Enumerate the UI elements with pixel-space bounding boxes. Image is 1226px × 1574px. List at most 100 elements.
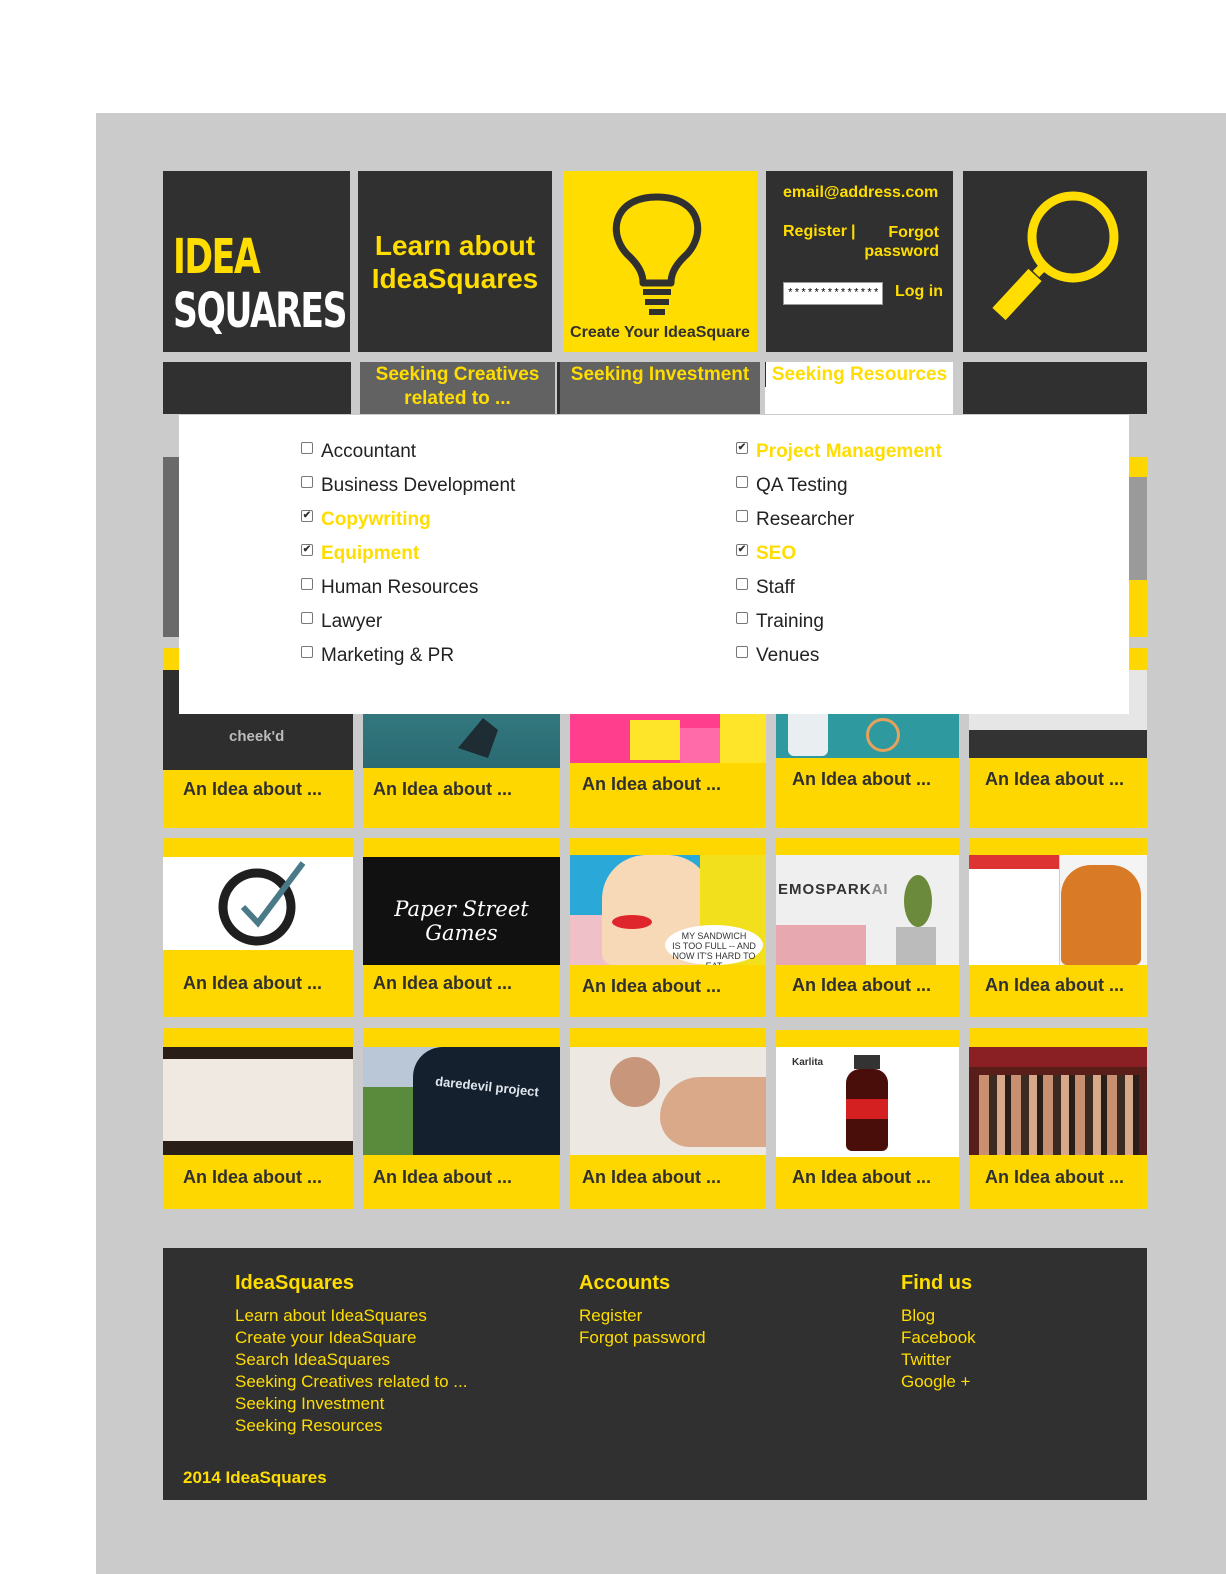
footer-col-title: Find us (901, 1272, 973, 1294)
checkbox-checked[interactable]: ✔ (736, 442, 748, 454)
checkbox[interactable] (736, 612, 748, 624)
footer-link-forgot-password[interactable]: Forgot password (579, 1327, 706, 1349)
idea-card[interactable]: MY SANDWICH IS TOO FULL -- AND NOW IT'S … (570, 838, 766, 1017)
footer-link-register[interactable]: Register (579, 1305, 706, 1327)
idea-card[interactable]: An Idea about ... (570, 1028, 766, 1209)
checkbox-checked[interactable]: ✔ (301, 544, 313, 556)
footer-link-twitter[interactable]: Twitter (901, 1349, 976, 1371)
login-button[interactable]: Log in (895, 283, 943, 301)
filter-option-label: Equipment (321, 543, 420, 564)
thumb-text: NOW IT'S HARD TO EAT (672, 951, 756, 965)
hidden-card-edge (1129, 580, 1147, 637)
footer-link-search[interactable]: Search IdeaSquares (235, 1349, 467, 1371)
idea-card-label: An Idea about ... (582, 774, 722, 794)
tab-seeking-investment-label: Seeking Investment (570, 364, 750, 385)
footer-link-seeking-resources[interactable]: Seeking Resources (235, 1415, 467, 1437)
filter-option[interactable]: Venues (736, 645, 819, 667)
footer-link-create[interactable]: Create your IdeaSquare (235, 1327, 467, 1349)
create-ideasquare-label: Create Your IdeaSquare (570, 324, 750, 341)
idea-card[interactable]: Paper Street Games An Idea about ... (363, 838, 560, 1017)
thumb-text: AI (871, 881, 889, 898)
filter-option-label: Training (756, 611, 824, 632)
footer-link-seeking-investment[interactable]: Seeking Investment (235, 1393, 467, 1415)
filter-option[interactable]: Staff (736, 577, 795, 599)
idea-card-label: An Idea about ... (792, 1167, 932, 1187)
tab-seeking-resources-label: Seeking Resources (765, 362, 953, 387)
checkbox-checked[interactable]: ✔ (301, 510, 313, 522)
idea-card-label: An Idea about ... (792, 769, 932, 789)
tab-seeking-creatives-label: Seeking Creatives related to ... (375, 364, 540, 409)
filter-option[interactable]: Business Development (301, 475, 515, 497)
idea-card[interactable]: An Idea about ... (969, 1028, 1147, 1209)
idea-thumbnail: Paper Street Games (363, 857, 560, 965)
idea-card-label: An Idea about ... (582, 976, 722, 996)
filter-option-label: Researcher (756, 509, 855, 530)
tab-seeking-investment[interactable]: Seeking Investment (560, 362, 760, 414)
filter-option[interactable]: Researcher (736, 509, 854, 531)
checkbox[interactable] (301, 442, 313, 454)
checkbox[interactable] (301, 476, 313, 488)
filter-option[interactable]: ✔ SEO (736, 543, 796, 565)
tab-seeking-creatives[interactable]: Seeking Creatives related to ... (360, 362, 555, 414)
checkbox[interactable] (301, 612, 313, 624)
idea-card-label: An Idea about ... (183, 1167, 323, 1187)
tab-seeking-resources[interactable]: Seeking Resources (765, 362, 953, 414)
idea-thumbnail: Karlita (776, 1047, 959, 1157)
email-address[interactable]: email@address.com (783, 184, 938, 202)
idea-card-label: An Idea about ... (183, 779, 323, 799)
idea-card[interactable]: An Idea about ... (969, 838, 1147, 1017)
checkbox-checked[interactable]: ✔ (736, 544, 748, 556)
hidden-card-edge (1129, 457, 1147, 477)
password-field[interactable] (783, 282, 883, 305)
filter-option[interactable]: Lawyer (301, 611, 382, 633)
forgot-password-link[interactable]: Forgot password (859, 223, 939, 261)
filter-option[interactable]: Training (736, 611, 824, 633)
filter-option-label: Accountant (321, 441, 417, 462)
idea-card-label: An Idea about ... (183, 973, 323, 993)
footer-link-facebook[interactable]: Facebook (901, 1327, 976, 1349)
learn-about-tile[interactable]: Learn about IdeaSquares (358, 171, 552, 352)
logo[interactable]: IDEA SQUARES (163, 171, 350, 352)
checkbox[interactable] (301, 646, 313, 658)
create-ideasquare-tile[interactable]: Create Your IdeaSquare (563, 171, 757, 352)
idea-card-label: An Idea about ... (582, 1167, 722, 1187)
thumb-text: Karlita (792, 1057, 824, 1068)
filter-option-label: Staff (756, 577, 795, 598)
seeking-resources-dropdown: Accountant Business Development ✔ Copywriti… (179, 415, 1129, 714)
footer-link-google-plus[interactable]: Google + (901, 1371, 976, 1393)
footer: IdeaSquares Learn about IdeaSquares Crea… (163, 1248, 1147, 1500)
filter-option[interactable]: ✔ Project Management (736, 441, 942, 463)
idea-card[interactable]: daredevil project An Idea about ... (363, 1028, 560, 1209)
search-tile[interactable] (963, 171, 1147, 352)
learn-about-label: Learn about IdeaSquares (371, 229, 539, 294)
filter-option[interactable]: QA Testing (736, 475, 848, 497)
search-icon (992, 191, 1119, 321)
idea-thumbnail: daredevil project (363, 1047, 560, 1155)
idea-card[interactable]: Karlita An Idea about ... (776, 1030, 959, 1209)
checkbox[interactable] (736, 510, 748, 522)
idea-card-label: An Idea about ... (985, 1167, 1125, 1187)
checkbox[interactable] (736, 646, 748, 658)
footer-link-seeking-creatives[interactable]: Seeking Creatives related to ... (235, 1371, 467, 1393)
idea-thumbnail (163, 857, 353, 950)
checkbox[interactable] (736, 476, 748, 488)
filter-option-label: QA Testing (756, 475, 848, 496)
filter-option[interactable]: Accountant (301, 441, 416, 463)
link-separator: | (851, 223, 856, 240)
checkbox[interactable] (301, 578, 313, 590)
idea-card[interactable]: An Idea about ... (163, 1028, 353, 1209)
filter-option-label: Lawyer (321, 611, 383, 632)
footer-link-learn[interactable]: Learn about IdeaSquares (235, 1305, 467, 1327)
filter-option[interactable]: Marketing & PR (301, 645, 454, 667)
lightbulb-icon (612, 193, 702, 315)
checkbox[interactable] (736, 578, 748, 590)
filter-option[interactable]: ✔ Copywriting (301, 509, 431, 531)
filter-option[interactable]: Human Resources (301, 577, 478, 599)
idea-card[interactable]: EMOSPARKAI An Idea about ... (776, 838, 959, 1017)
thumb-text: cheek'd (229, 728, 285, 745)
register-link[interactable]: Register (783, 223, 847, 241)
idea-card-label: An Idea about ... (373, 973, 513, 993)
filter-option[interactable]: ✔ Equipment (301, 543, 419, 565)
idea-card[interactable]: An Idea about ... (163, 838, 353, 1017)
footer-link-blog[interactable]: Blog (901, 1305, 976, 1327)
